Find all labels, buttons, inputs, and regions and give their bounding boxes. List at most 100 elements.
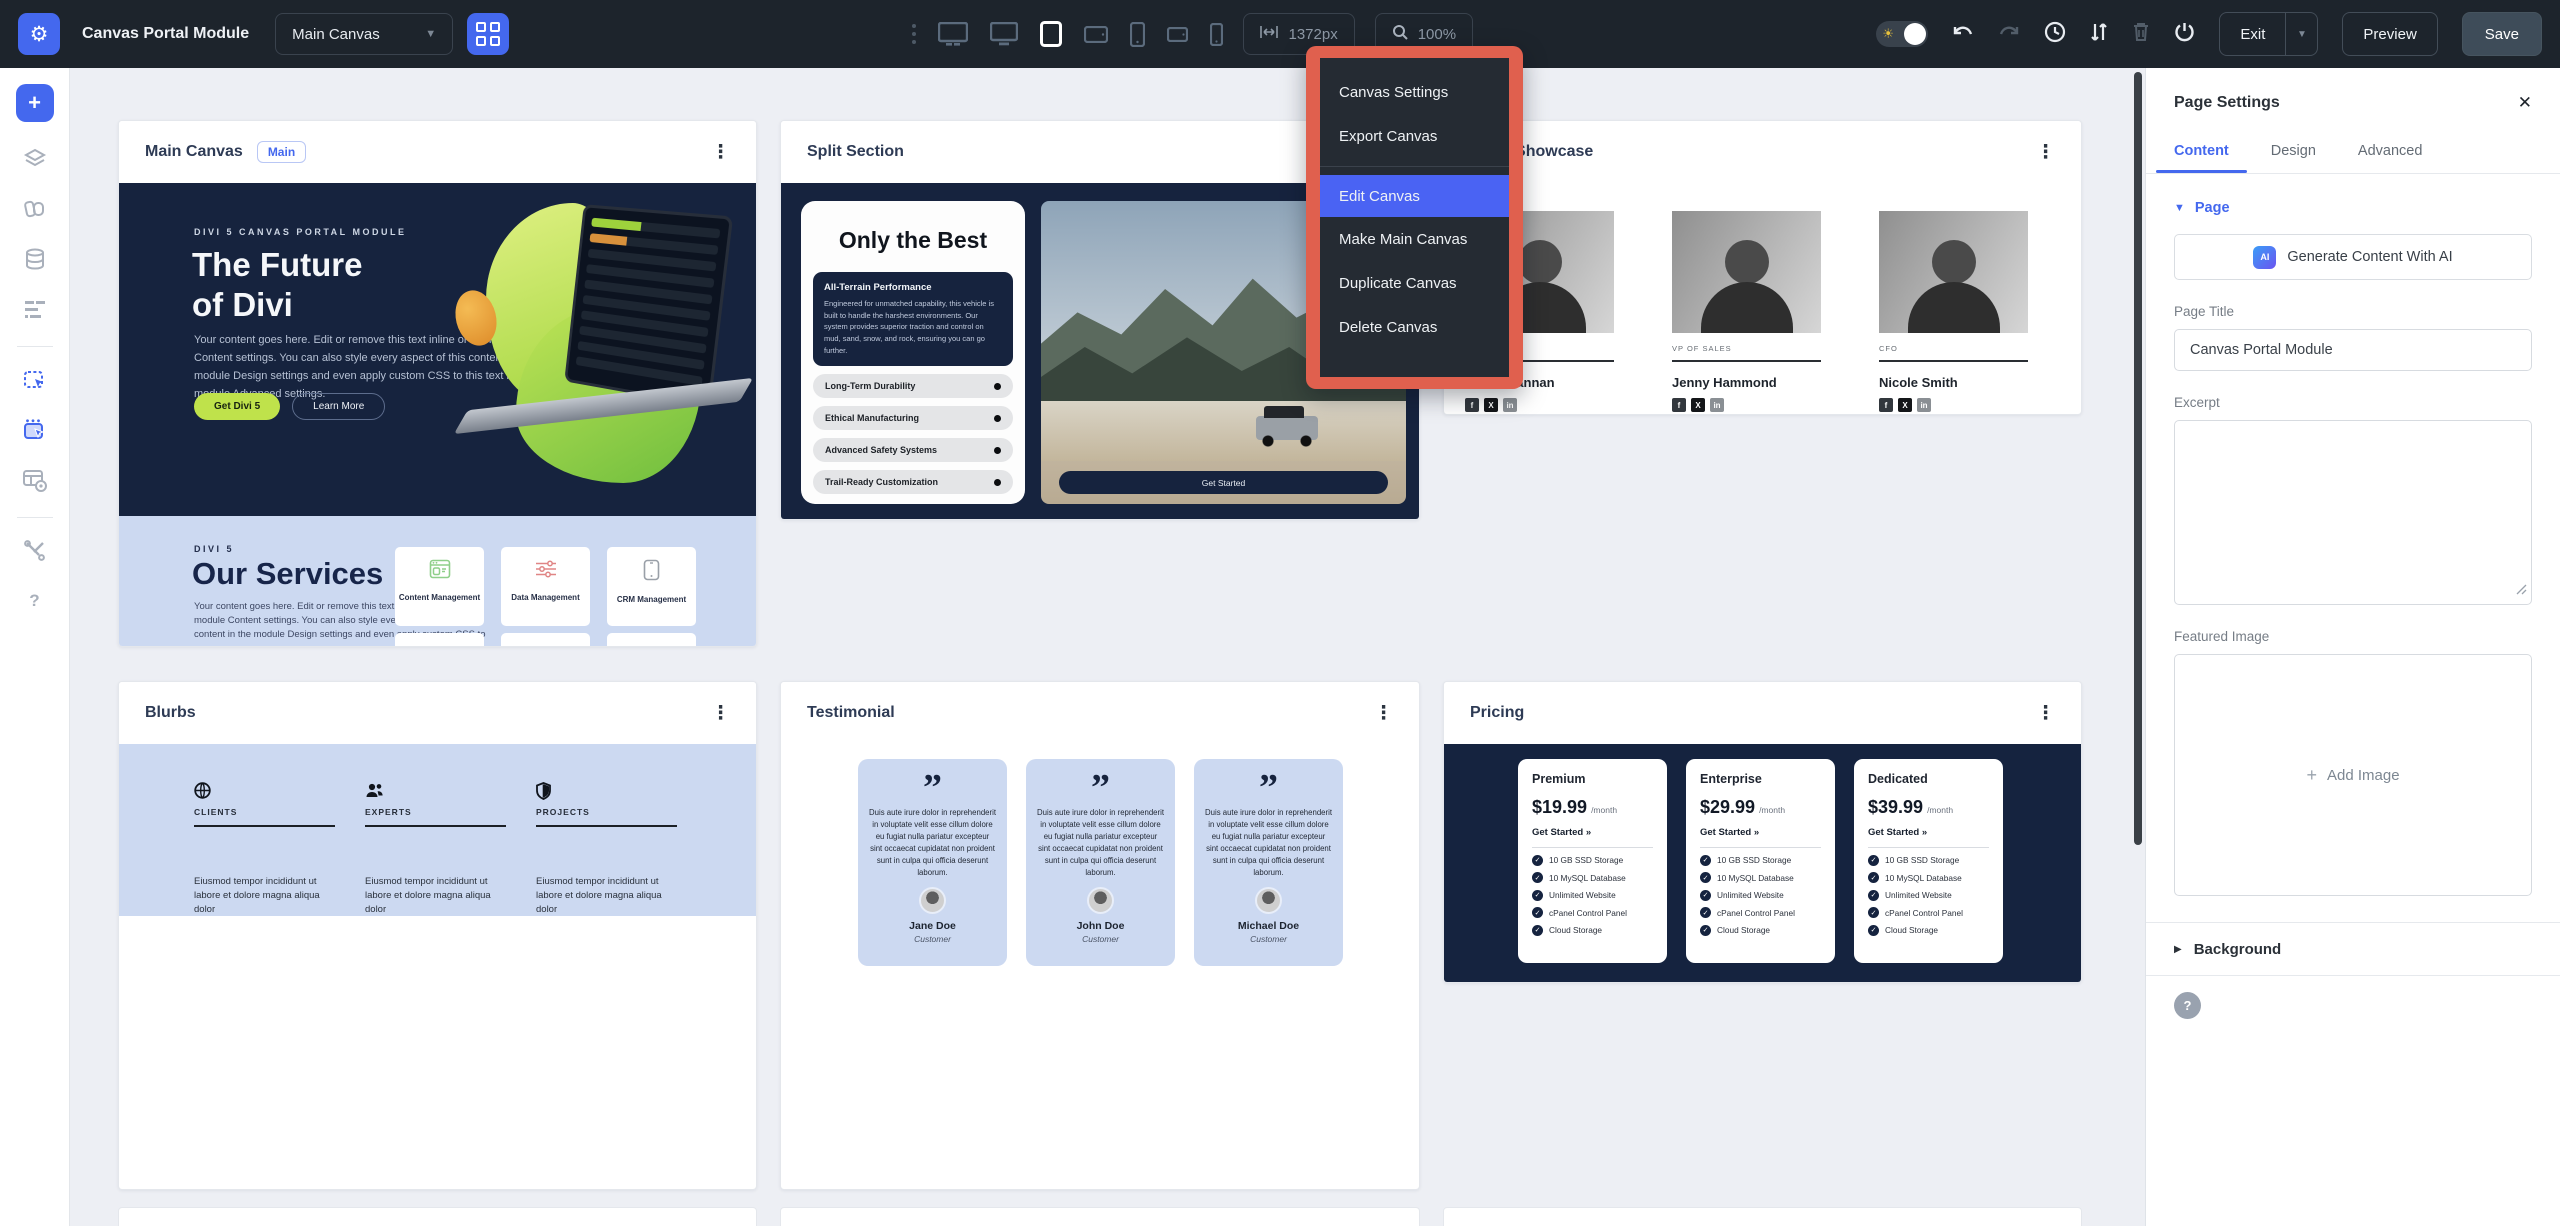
zoom-level-value: 100%	[1418, 26, 1456, 43]
list-view-icon[interactable]	[16, 290, 54, 328]
canvas-card-stub[interactable]	[1443, 1207, 2082, 1226]
linkedin-icon[interactable]: in	[1503, 398, 1517, 412]
design-presets-icon[interactable]	[16, 190, 54, 228]
linkedin-icon[interactable]: in	[1710, 398, 1724, 412]
device-tablet-icon-active[interactable]	[1040, 21, 1062, 47]
menu-item-edit-canvas[interactable]: Edit Canvas	[1320, 175, 1509, 217]
tab-content[interactable]: Content	[2174, 143, 2229, 173]
canvas-card-pricing[interactable]: Pricing ⋮ Premium $19.99/month Get Start…	[1443, 681, 2082, 983]
page-title-input[interactable]	[2174, 329, 2532, 371]
testimonial-card: ” Duis aute irure dolor in reprehenderit…	[1026, 759, 1175, 966]
split-get-started-button[interactable]: Get Started	[1059, 471, 1388, 494]
vertical-scrollbar[interactable]	[2134, 72, 2142, 845]
feature-row[interactable]: Ethical Manufacturing	[813, 406, 1013, 430]
background-section-toggle[interactable]: ▶ Background	[2174, 923, 2532, 975]
plan-get-started-link[interactable]: Get Started »	[1700, 827, 1821, 838]
power-exit-icon-button[interactable]	[2174, 21, 2195, 47]
x-twitter-icon[interactable]: X	[1484, 398, 1498, 412]
bullet-dot	[994, 479, 1001, 486]
tab-advanced[interactable]: Advanced	[2358, 143, 2423, 173]
canvas-card-testimonial[interactable]: Testimonial ⋮ ” Duis aute irure dolor in…	[780, 681, 1420, 1190]
sort-arrows-button[interactable]	[2090, 21, 2108, 48]
save-button[interactable]: Save	[2462, 12, 2542, 56]
device-desktop-icon[interactable]	[990, 22, 1018, 46]
redo-button[interactable]	[1998, 23, 2020, 46]
generate-content-ai-button[interactable]: AI Generate Content With AI	[2174, 234, 2532, 280]
kebab-menu-icon[interactable]: ⋮	[1374, 704, 1393, 723]
device-tablet-landscape-icon[interactable]	[1084, 26, 1108, 43]
canvas-card-stub[interactable]	[118, 1207, 757, 1226]
toggle-knob	[1904, 23, 1926, 45]
plan-get-started-link[interactable]: Get Started »	[1868, 827, 1989, 838]
menu-item-canvas-settings[interactable]: Canvas Settings	[1320, 70, 1509, 114]
kebab-menu-icon[interactable]: ⋮	[2036, 704, 2055, 723]
builder-settings-gear-button[interactable]: ⚙	[18, 13, 60, 55]
facebook-icon[interactable]: f	[1672, 398, 1686, 412]
team-member: VP OF SALES Jenny Hammond f X in	[1672, 211, 1821, 412]
tab-design[interactable]: Design	[2271, 143, 2316, 173]
tools-icon[interactable]	[16, 532, 54, 570]
undo-button[interactable]	[1952, 23, 1974, 46]
pricing-section-preview: Premium $19.99/month Get Started » ✓10 G…	[1444, 744, 2081, 983]
hero-primary-cta[interactable]: Get Divi 5	[194, 393, 280, 420]
canvas-card-main[interactable]: Main Canvas Main ⋮ DIVI 5 CANVAS PORTAL …	[118, 120, 757, 647]
device-phone-small-icon[interactable]	[1210, 23, 1223, 46]
close-icon[interactable]: ✕	[2518, 93, 2532, 113]
quote-icon: ”	[1205, 769, 1332, 807]
wireframe-view-icon[interactable]	[16, 461, 54, 499]
kebab-menu-icon[interactable]: ⋮	[2036, 143, 2055, 162]
check-icon: ✓	[1868, 925, 1879, 936]
canvas-card-team-showcase[interactable]: Team Showcase ⋮ CEO Chris Brannan f X in…	[1443, 120, 2082, 415]
select-module-icon[interactable]	[16, 361, 54, 399]
toolbar-drag-handle[interactable]	[912, 24, 916, 44]
laptop-illustration	[564, 204, 733, 407]
device-desktop-xl-icon[interactable]	[938, 22, 968, 46]
resize-handle-icon[interactable]	[2516, 582, 2527, 600]
feature-row[interactable]: Trail-Ready Customization	[813, 470, 1013, 494]
sun-icon: ☀	[1882, 26, 1894, 42]
kebab-menu-icon[interactable]: ⋮	[711, 704, 730, 723]
pricing-plan-card: Premium $19.99/month Get Started » ✓10 G…	[1518, 759, 1667, 963]
exit-button[interactable]: Exit	[2219, 12, 2286, 56]
exit-dropdown-caret[interactable]: ▼	[2286, 12, 2318, 56]
featured-image-label: Featured Image	[2174, 629, 2532, 644]
canvas-card-blurbs[interactable]: Blurbs ⋮ CLIENTS Eiusmod tempor incididu…	[118, 681, 757, 1190]
page-section-toggle[interactable]: ▼ Page	[2174, 200, 2532, 216]
linkedin-icon[interactable]: in	[1917, 398, 1931, 412]
bullet-dot	[994, 415, 1001, 422]
menu-item-delete-canvas[interactable]: Delete Canvas	[1320, 305, 1509, 349]
device-phone-landscape-icon[interactable]	[1167, 27, 1188, 42]
add-module-button[interactable]: +	[16, 84, 54, 122]
kebab-menu-icon[interactable]: ⋮	[711, 143, 730, 162]
database-icon[interactable]	[16, 240, 54, 278]
history-clock-button[interactable]	[2044, 21, 2066, 48]
trash-button[interactable]	[2132, 21, 2150, 47]
menu-item-duplicate-canvas[interactable]: Duplicate Canvas	[1320, 261, 1509, 305]
x-twitter-icon[interactable]: X	[1898, 398, 1912, 412]
sidebar-divider	[17, 517, 53, 518]
hero-secondary-cta[interactable]: Learn More	[292, 393, 385, 420]
sidebar-divider	[17, 346, 53, 347]
menu-item-export-canvas[interactable]: Export Canvas	[1320, 114, 1509, 158]
facebook-icon[interactable]: f	[1465, 398, 1479, 412]
feature-row[interactable]: Advanced Safety Systems	[813, 438, 1013, 462]
plan-get-started-link[interactable]: Get Started »	[1532, 827, 1653, 838]
device-phone-icon[interactable]	[1130, 22, 1145, 47]
canvas-grid-view-button[interactable]	[467, 13, 509, 55]
canvas-card-stub[interactable]	[780, 1207, 1420, 1226]
canvas-selector-dropdown[interactable]: Main Canvas ▼	[275, 13, 453, 55]
x-twitter-icon[interactable]: X	[1691, 398, 1705, 412]
panel-title: Page Settings	[2174, 94, 2280, 112]
excerpt-textarea[interactable]	[2174, 420, 2532, 605]
help-bubble-button[interactable]: ?	[2174, 992, 2201, 1019]
help-icon[interactable]: ?	[16, 582, 54, 620]
main-canvas-badge: Main	[257, 141, 306, 163]
menu-item-make-main-canvas[interactable]: Make Main Canvas	[1320, 217, 1509, 261]
layers-icon[interactable]	[16, 140, 54, 178]
select-module-stack-icon[interactable]	[16, 411, 54, 449]
featured-image-dropzone[interactable]: + Add Image	[2174, 654, 2532, 896]
feature-row[interactable]: Long-Term Durability	[813, 374, 1013, 398]
preview-button[interactable]: Preview	[2342, 12, 2437, 56]
theme-toggle[interactable]: ☀	[1876, 21, 1928, 47]
facebook-icon[interactable]: f	[1879, 398, 1893, 412]
